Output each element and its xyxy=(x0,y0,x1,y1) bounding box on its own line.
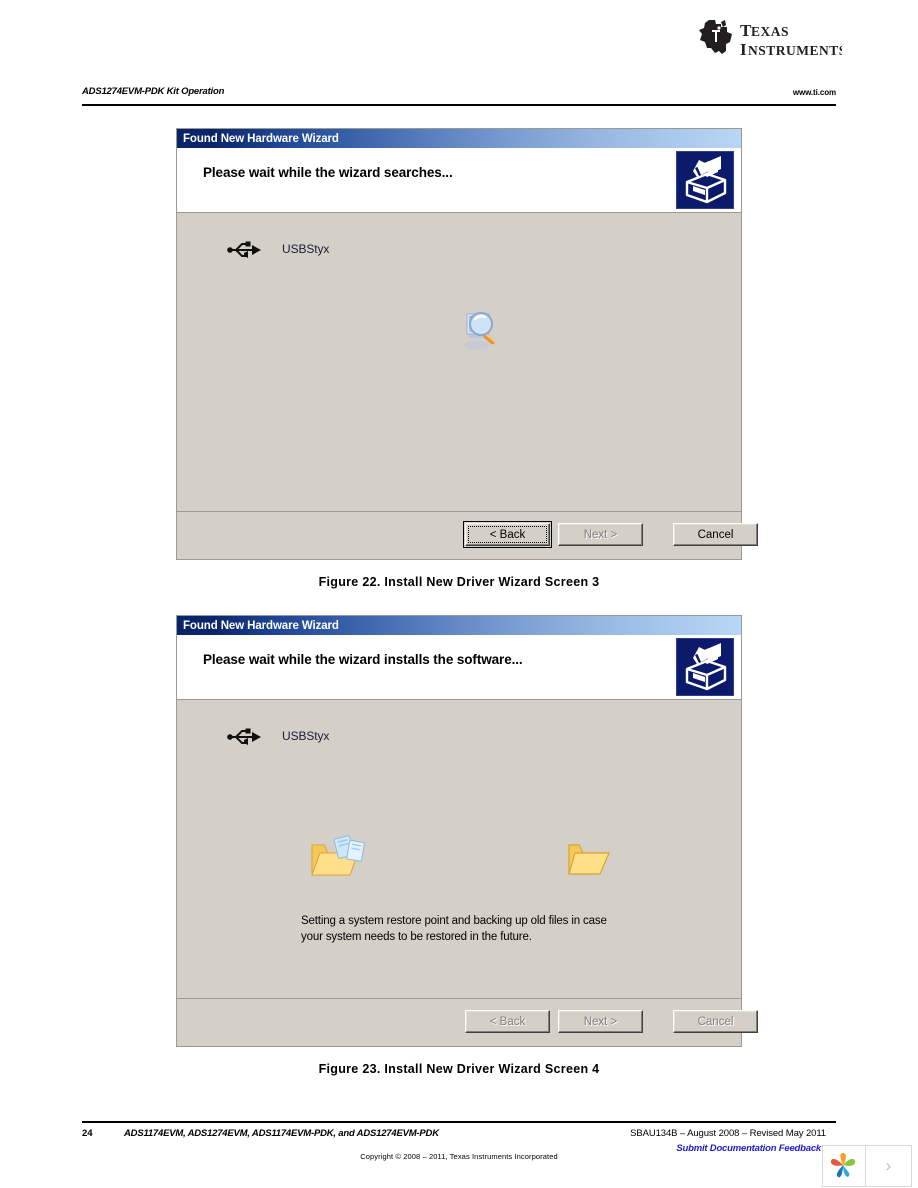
dialog-2-body: USBStyx Setting a system restore point a… xyxy=(177,700,741,999)
header-website-url[interactable]: www.ti.com xyxy=(793,88,836,97)
add-hardware-wizard-icon xyxy=(676,638,734,696)
dialog-1-header: Please wait while the wizard searches... xyxy=(177,148,741,213)
dialog-2-button-row: < Back Next > Cancel xyxy=(465,1010,758,1033)
dialog-1-titlebar[interactable]: Found New Hardware Wizard xyxy=(177,129,741,148)
dialog-1-device-label: USBStyx xyxy=(282,242,330,256)
dialog-1-footer: < Back Next > Cancel xyxy=(177,512,758,559)
page-header: ADS1274EVM-PDK Kit Operation www.ti.com xyxy=(82,86,836,106)
footer-divider xyxy=(82,1121,836,1123)
footer-document-id: SBAU134B – August 2008 – Revised May 201… xyxy=(630,1128,826,1139)
dialog-2-footer: < Back Next > Cancel xyxy=(177,999,758,1046)
usb-icon xyxy=(224,236,262,262)
back-button[interactable]: < Back xyxy=(463,521,552,548)
footer-corner-widget[interactable]: › xyxy=(822,1145,912,1187)
cancel-button-label: Cancel xyxy=(697,1015,734,1028)
cancel-button[interactable]: Cancel xyxy=(673,1010,758,1033)
next-button-label: Next > xyxy=(583,1015,618,1028)
dialog-1-body: USBStyx xyxy=(177,213,741,512)
dialog-1-heading: Please wait while the wizard searches... xyxy=(203,165,453,180)
found-new-hardware-wizard-dialog-2[interactable]: Found New Hardware Wizard Please wait wh… xyxy=(176,615,758,1047)
usb-icon xyxy=(224,723,262,749)
search-magnifier-icon xyxy=(455,304,503,352)
next-button[interactable]: Next > xyxy=(558,523,643,546)
cancel-button[interactable]: Cancel xyxy=(673,523,758,546)
header-section-title: ADS1274EVM-PDK Kit Operation xyxy=(82,86,225,97)
dialog-2-titlebar[interactable]: Found New Hardware Wizard xyxy=(177,616,741,635)
back-button-label: < Back xyxy=(489,1015,526,1028)
cancel-button-label: Cancel xyxy=(697,528,734,541)
texas-instruments-logo: T EXAS I NSTRUMENTS xyxy=(697,18,842,60)
next-button[interactable]: Next > xyxy=(558,1010,643,1033)
folder-copy-files-icon xyxy=(310,835,372,881)
back-button[interactable]: < Back xyxy=(465,1010,550,1033)
footer-document-list: ADS1174EVM, ADS1274EVM, ADS1174EVM-PDK, … xyxy=(124,1128,439,1139)
footer-copyright: Copyright © 2008 – 2011, Texas Instrumen… xyxy=(360,1152,558,1161)
dialog-1-button-row: < Back Next > Cancel xyxy=(463,521,758,548)
svg-text:I: I xyxy=(740,40,747,59)
next-page-chevron-icon[interactable]: › xyxy=(866,1145,912,1187)
ti-pinwheel-logo xyxy=(822,1145,866,1187)
figure-23-caption: Figure 23. Install New Driver Wizard Scr… xyxy=(318,1062,600,1076)
dialog-2-device-row: USBStyx xyxy=(224,723,329,749)
figure-22-caption: Figure 22. Install New Driver Wizard Scr… xyxy=(318,575,600,589)
add-hardware-wizard-icon xyxy=(676,151,734,209)
next-button-label: Next > xyxy=(583,528,618,541)
dialog-2-heading: Please wait while the wizard installs th… xyxy=(203,652,523,667)
header-divider xyxy=(82,104,836,106)
dialog-2-status-text: Setting a system restore point and backi… xyxy=(301,915,607,943)
svg-text:EXAS: EXAS xyxy=(751,24,789,39)
dialog-2-device-label: USBStyx xyxy=(282,729,330,743)
dialog-1-title: Found New Hardware Wizard xyxy=(183,132,339,145)
svg-text:NSTRUMENTS: NSTRUMENTS xyxy=(748,43,842,58)
found-new-hardware-wizard-dialog-1[interactable]: Found New Hardware Wizard Please wait wh… xyxy=(176,128,758,560)
open-folder-icon xyxy=(567,840,611,878)
dialog-2-header: Please wait while the wizard installs th… xyxy=(177,635,741,700)
dialog-2-title: Found New Hardware Wizard xyxy=(183,619,339,632)
page-number: 24 xyxy=(82,1128,93,1139)
dialog-1-device-row: USBStyx xyxy=(224,236,329,262)
